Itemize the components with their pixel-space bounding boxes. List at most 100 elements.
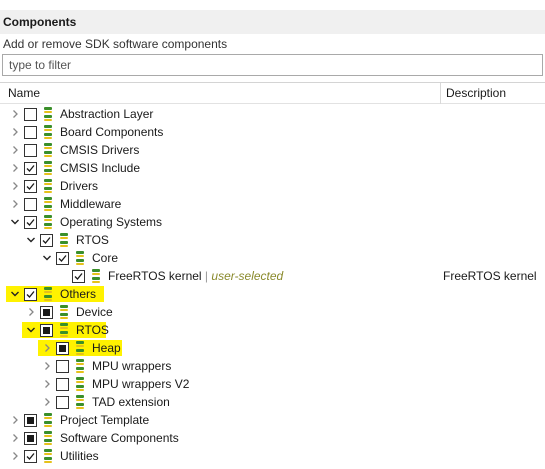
component-label[interactable]: RTOS	[76, 231, 109, 249]
chevron-right-icon[interactable]	[8, 431, 22, 445]
panel-subtitle: Add or remove SDK software components	[3, 37, 228, 51]
component-bundle-icon	[75, 377, 85, 391]
column-header-name[interactable]: Name	[8, 83, 40, 104]
chevron-right-icon[interactable]	[40, 359, 54, 373]
component-bundle-icon	[43, 161, 53, 175]
chevron-down-icon[interactable]	[40, 251, 54, 265]
tree-row[interactable]: Board Components	[0, 123, 545, 141]
chevron-right-icon[interactable]	[8, 197, 22, 211]
checkbox[interactable]	[56, 360, 69, 373]
tree-row[interactable]: MPU wrappers V2	[0, 375, 545, 393]
component-label[interactable]: Utilities	[60, 447, 99, 465]
tree-row[interactable]: Abstraction Layer	[0, 105, 545, 123]
filter-input[interactable]	[2, 54, 543, 76]
component-label[interactable]: Project Template	[60, 411, 149, 429]
component-label[interactable]: Core	[92, 249, 118, 267]
column-header-description[interactable]: Description	[446, 83, 506, 104]
tree-row[interactable]: RTOS	[0, 231, 545, 249]
checkbox[interactable]	[56, 378, 69, 391]
component-bundle-icon	[43, 107, 53, 121]
component-label[interactable]: Device	[76, 303, 113, 321]
chevron-down-icon[interactable]	[24, 323, 38, 337]
component-label[interactable]: Operating Systems	[60, 213, 162, 231]
chevron-right-icon[interactable]	[40, 395, 54, 409]
component-label[interactable]: TAD extension	[92, 393, 170, 411]
component-name: Middleware	[60, 197, 122, 211]
component-label[interactable]: Software Components	[60, 429, 179, 447]
checkbox-checked[interactable]	[72, 270, 85, 283]
tree-row[interactable]: Device	[0, 303, 545, 321]
component-label[interactable]: Drivers	[60, 177, 98, 195]
component-label[interactable]: CMSIS Include	[60, 159, 140, 177]
component-label[interactable]: MPU wrappers	[92, 357, 171, 375]
component-label[interactable]: RTOS	[76, 321, 109, 339]
checkbox-checked[interactable]	[56, 252, 69, 265]
component-bundle-icon	[91, 269, 101, 283]
checkbox[interactable]	[56, 396, 69, 409]
component-label[interactable]: CMSIS Drivers	[60, 141, 139, 159]
component-name: Heap	[92, 341, 121, 355]
chevron-right-icon[interactable]	[8, 413, 22, 427]
chevron-right-icon[interactable]	[24, 305, 38, 319]
component-name: Drivers	[60, 179, 98, 193]
tree-row[interactable]: Others	[0, 285, 545, 303]
component-name: Core	[92, 251, 119, 265]
checkbox-partial[interactable]	[40, 306, 53, 319]
component-bundle-icon	[43, 215, 53, 229]
checkbox-partial[interactable]	[24, 432, 37, 445]
tree-row[interactable]: CMSIS Include	[0, 159, 545, 177]
tree-row[interactable]: Heap	[0, 339, 545, 357]
component-label[interactable]: Middleware	[60, 195, 121, 213]
checkbox-partial[interactable]	[24, 414, 37, 427]
tree-row[interactable]: Middleware	[0, 195, 545, 213]
tree-row[interactable]: CMSIS Drivers	[0, 141, 545, 159]
checkbox[interactable]	[24, 144, 37, 157]
checkbox-partial[interactable]	[40, 324, 53, 337]
chevron-down-icon[interactable]	[8, 287, 22, 301]
component-name: Software Components	[60, 431, 179, 445]
chevron-right-icon[interactable]	[8, 449, 22, 463]
tree-row[interactable]: Software Components	[0, 429, 545, 447]
checkbox[interactable]	[24, 126, 37, 139]
chevron-right-icon[interactable]	[40, 341, 54, 355]
component-bundle-icon	[43, 125, 53, 139]
tree-row[interactable]: MPU wrappers	[0, 357, 545, 375]
tree-row[interactable]: Operating Systems	[0, 213, 545, 231]
component-name: FreeRTOS kernel	[108, 269, 202, 283]
chevron-right-icon[interactable]	[8, 125, 22, 139]
component-label[interactable]: FreeRTOS kernel | user-selected	[108, 267, 283, 285]
component-label[interactable]: Abstraction Layer	[60, 105, 153, 123]
component-label[interactable]: Board Components	[60, 123, 163, 141]
tree-row[interactable]: RTOS	[0, 321, 545, 339]
tree-row[interactable]: TAD extension	[0, 393, 545, 411]
checkbox-checked[interactable]	[24, 288, 37, 301]
checkbox-checked[interactable]	[24, 216, 37, 229]
checkbox-checked[interactable]	[40, 234, 53, 247]
component-label[interactable]: Others	[60, 285, 96, 303]
tree-row[interactable]: FreeRTOS kernel | user-selected FreeRTOS …	[0, 267, 545, 285]
component-bundle-icon	[43, 431, 53, 445]
component-bundle-icon	[43, 287, 53, 301]
user-selected-tag: user-selected	[211, 269, 284, 283]
component-name: Operating Systems	[60, 215, 163, 229]
chevron-right-icon[interactable]	[40, 377, 54, 391]
chevron-right-icon[interactable]	[8, 107, 22, 121]
chevron-right-icon[interactable]	[8, 179, 22, 193]
tree-row[interactable]: Drivers	[0, 177, 545, 195]
chevron-down-icon[interactable]	[24, 233, 38, 247]
checkbox[interactable]	[24, 198, 37, 211]
component-label[interactable]: MPU wrappers V2	[92, 375, 189, 393]
component-label[interactable]: Heap	[92, 339, 121, 357]
checkbox[interactable]	[24, 108, 37, 121]
checkbox-checked[interactable]	[24, 162, 37, 175]
chevron-right-icon[interactable]	[8, 143, 22, 157]
chevron-down-icon[interactable]	[8, 215, 22, 229]
chevron-right-icon[interactable]	[8, 161, 22, 175]
checkbox-partial[interactable]	[56, 342, 69, 355]
column-divider[interactable]	[440, 83, 441, 104]
tree-row[interactable]: Project Template	[0, 411, 545, 429]
tree-row[interactable]: Core	[0, 249, 545, 267]
tree-row[interactable]: Utilities	[0, 447, 545, 465]
checkbox-checked[interactable]	[24, 450, 37, 463]
checkbox-checked[interactable]	[24, 180, 37, 193]
